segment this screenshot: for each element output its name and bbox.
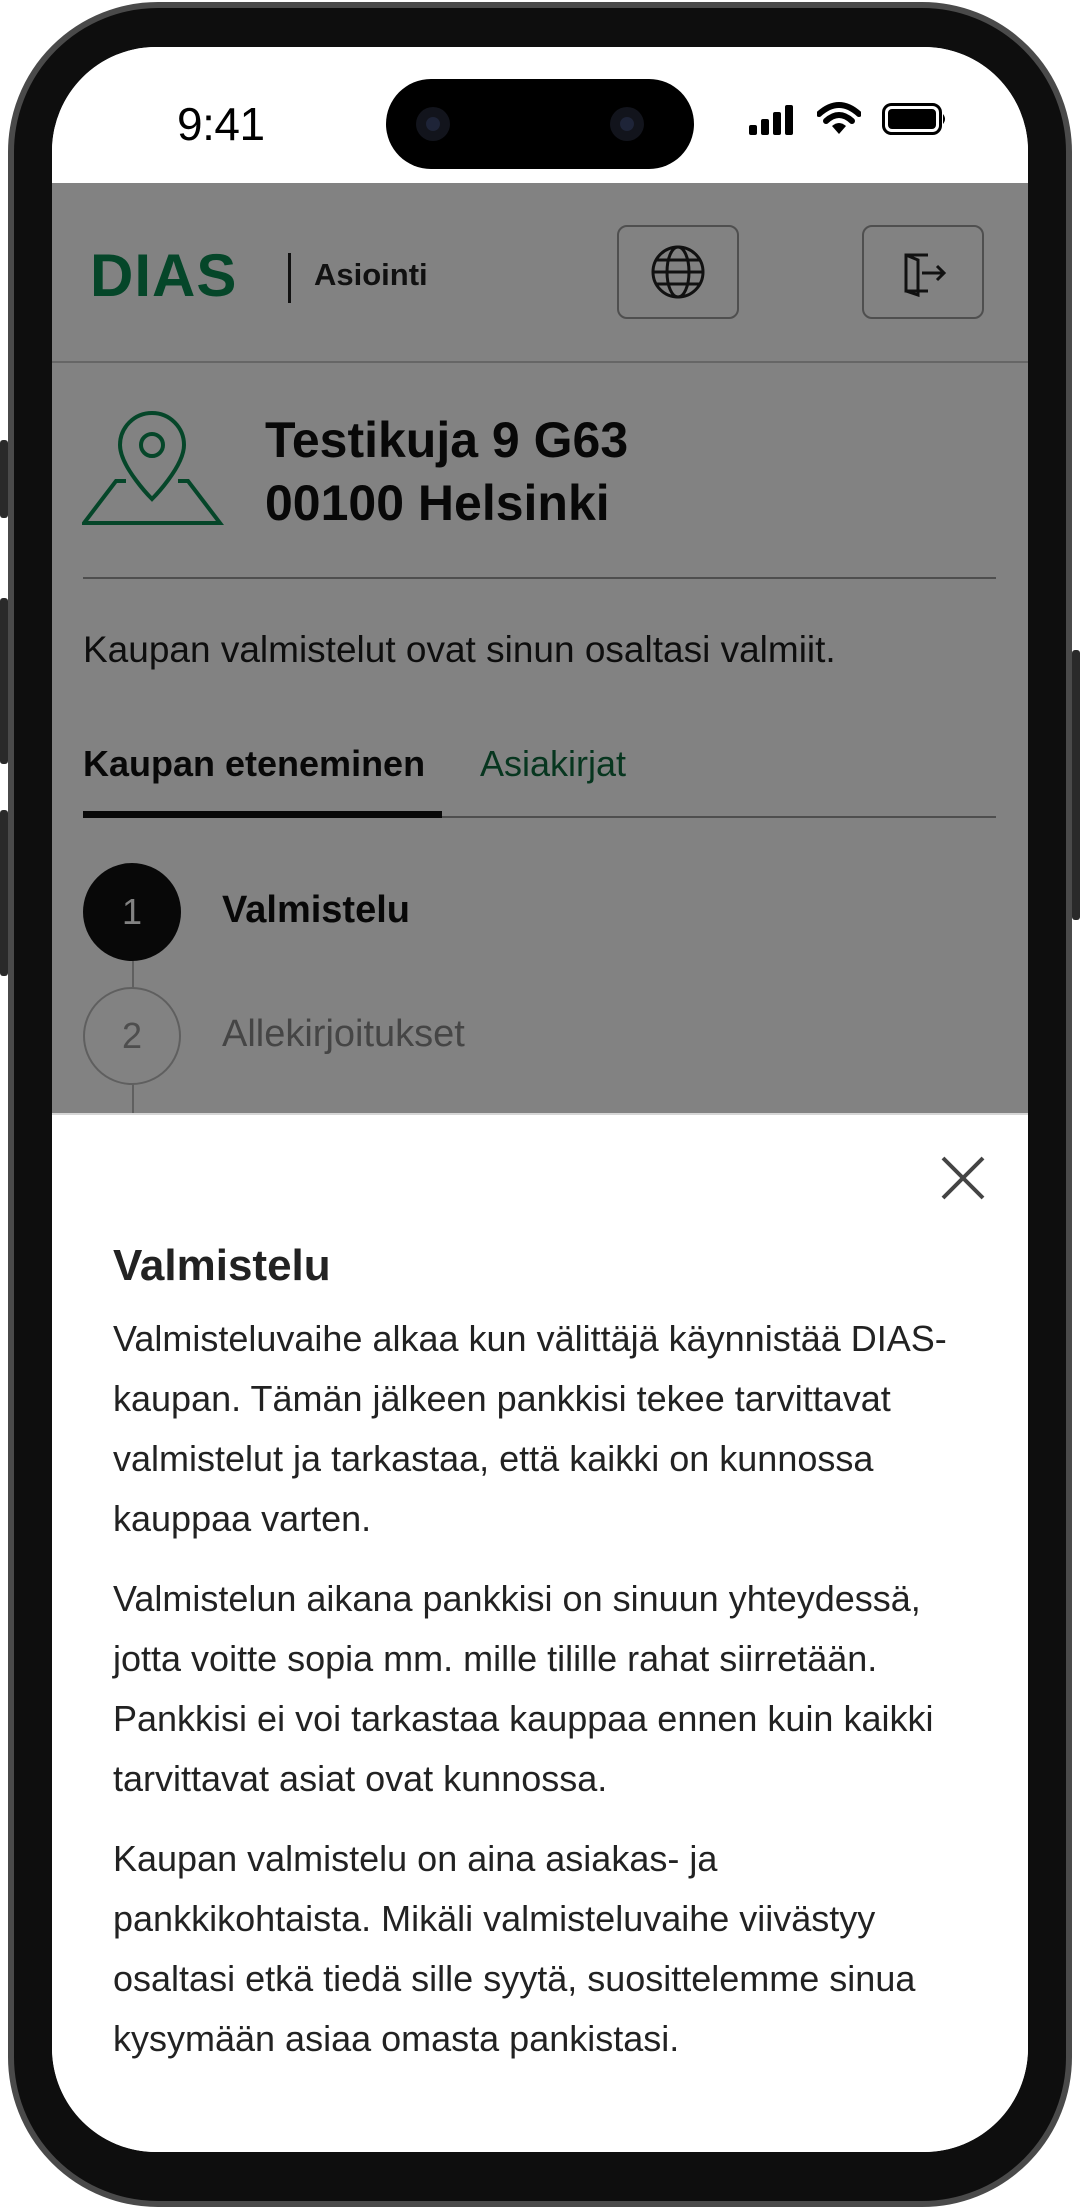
phone-screen: 9:41 DIAS Asiointi Testikuja 9 G63 00100…	[52, 47, 1028, 2152]
action-button	[0, 440, 8, 518]
camera-lens	[416, 107, 450, 141]
status-time: 9:41	[177, 98, 265, 150]
close-icon	[941, 1156, 985, 1200]
sheet-body: Valmisteluvaihe alkaa kun välittäjä käyn…	[113, 1309, 983, 2089]
battery-icon	[882, 103, 945, 135]
volume-up-button	[0, 598, 8, 764]
wifi-icon	[817, 102, 861, 134]
dynamic-island	[386, 79, 694, 169]
close-button[interactable]	[938, 1153, 988, 1203]
sensor-lens	[610, 107, 644, 141]
volume-down-button	[0, 810, 8, 976]
sheet-paragraph-1: Valmisteluvaihe alkaa kun välittäjä käyn…	[113, 1318, 947, 1539]
signal-icon	[749, 105, 793, 135]
status-bar: 9:41	[52, 47, 1028, 183]
power-button	[1072, 650, 1080, 920]
sheet-paragraph-3: Kaupan valmistelu on aina asiakas- ja pa…	[113, 1838, 916, 2059]
sheet-paragraph-2: Valmistelun aikana pankkisi on sinuun yh…	[113, 1578, 934, 1799]
modal-backdrop[interactable]	[52, 183, 1028, 1115]
sheet-title: Valmistelu	[113, 1241, 331, 1290]
info-bottom-sheet: Valmistelu Valmisteluvaihe alkaa kun väl…	[52, 1113, 1028, 2152]
